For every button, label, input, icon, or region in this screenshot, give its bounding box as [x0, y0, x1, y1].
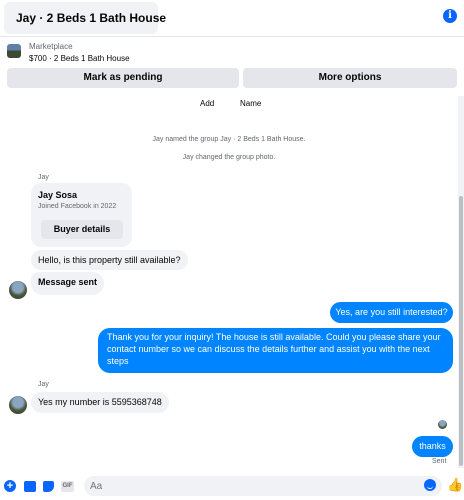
buyer-name[interactable]: Jay Sosa [38, 190, 77, 200]
plus-icon[interactable]: + [4, 480, 16, 492]
sender-name: Jay [38, 174, 49, 181]
marketplace-banner: Marketplace $700 · 2 Beds 1 Bath House M… [0, 36, 464, 94]
chat-header: Jay · 2 Beds 1 Bath House i [0, 0, 464, 36]
conversation-title: Jay · 2 Beds 1 Bath House [16, 11, 167, 25]
system-message-photo: Jay changed the group photo. [182, 154, 276, 161]
outgoing-message[interactable]: Thank you for your inquiry! The house is… [98, 328, 453, 373]
name-group-label[interactable]: Name [240, 99, 261, 108]
photo-icon[interactable] [24, 481, 36, 492]
composer-bar: + GIF 👍 [0, 472, 464, 500]
scrollbar-thumb[interactable] [459, 196, 463, 466]
info-icon[interactable]: i [443, 9, 457, 23]
conversation-title-button[interactable]: Jay · 2 Beds 1 Bath House [4, 2, 166, 34]
jay-avatar[interactable] [9, 281, 27, 299]
message-status: Sent [432, 458, 447, 465]
listing-title[interactable]: $700 · 2 Beds 1 Bath House [29, 54, 130, 63]
add-people-label[interactable]: Add [200, 99, 214, 108]
messenger-window: Jay · 2 Beds 1 Bath House i Marketplace … [0, 0, 464, 500]
system-message-named: Jay named the group Jay · 2 Beds 1 Bath … [152, 136, 306, 143]
thumbs-up-icon[interactable]: 👍 [447, 478, 463, 492]
outgoing-message[interactable]: Yes, are you still interested? [330, 302, 453, 323]
gif-icon[interactable]: GIF [61, 481, 74, 492]
outgoing-message[interactable]: thanks [412, 436, 453, 457]
seen-avatar [438, 420, 447, 429]
more-options-button[interactable]: More options [243, 68, 457, 88]
incoming-message[interactable]: Hello, is this property still available? [31, 250, 188, 270]
marketplace-label: Marketplace [29, 42, 73, 51]
incoming-message[interactable]: Message sent [31, 272, 105, 295]
buyer-profile-card: Jay Sosa Joined Facebook in 2022 Buyer d… [31, 183, 132, 247]
message-input[interactable] [84, 476, 442, 496]
incoming-message[interactable]: Yes my number is 5595368748 [31, 392, 169, 413]
emoji-icon[interactable] [424, 479, 436, 491]
listing-thumbnail[interactable] [7, 44, 21, 58]
sender-name: Jay [38, 381, 49, 388]
sticker-icon[interactable] [43, 481, 54, 492]
buyer-joined-text: Joined Facebook in 2022 [38, 203, 117, 210]
mark-as-pending-button[interactable]: Mark as pending [7, 68, 239, 88]
buyer-details-button[interactable]: Buyer details [41, 220, 123, 239]
jay-avatar[interactable] [9, 396, 27, 414]
